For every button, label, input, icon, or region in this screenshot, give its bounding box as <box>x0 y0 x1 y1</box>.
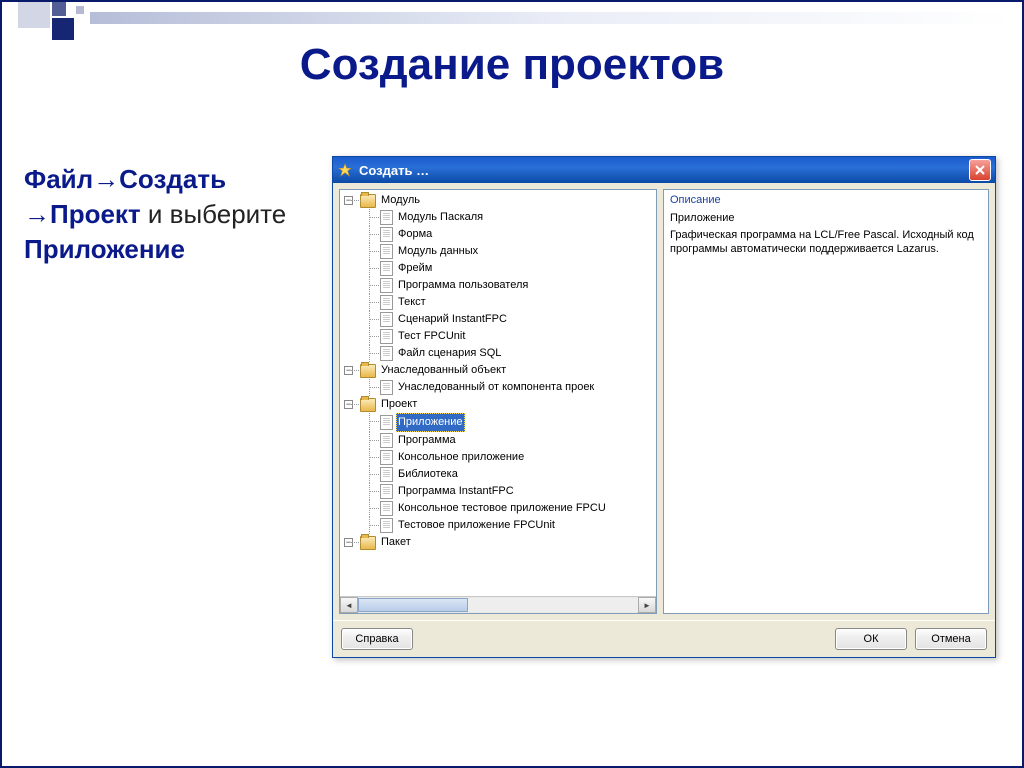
file-icon <box>380 278 393 293</box>
instruction-part3: и выберите <box>141 199 287 229</box>
close-button[interactable] <box>969 159 991 181</box>
instruction-part4: Приложение <box>24 234 185 264</box>
tree-item[interactable]: Форма <box>362 226 656 243</box>
collapse-icon[interactable]: − <box>344 538 353 547</box>
tree-item[interactable]: Унаследованный от компонента проек <box>362 379 656 396</box>
horizontal-scrollbar[interactable]: ◄ ► <box>340 596 656 613</box>
file-icon <box>380 501 393 516</box>
instruction-part2: →Проект <box>24 199 141 229</box>
tree-folder[interactable]: − Унаследованный объект <box>344 362 656 379</box>
slide-decoration <box>2 2 1022 28</box>
file-icon <box>380 261 393 276</box>
tree-item[interactable]: Библиотека <box>362 466 656 483</box>
ok-button[interactable]: ОК <box>835 628 907 650</box>
tree-item[interactable]: Приложение <box>362 413 656 432</box>
tree-item-label: Приложение <box>396 413 465 432</box>
cancel-button[interactable]: Отмена <box>915 628 987 650</box>
file-icon <box>380 433 393 448</box>
tree-item[interactable]: Программа InstantFPC <box>362 483 656 500</box>
tree-item[interactable]: Консольное приложение <box>362 449 656 466</box>
description-panel: Описание Приложение Графическая программ… <box>663 189 989 614</box>
description-heading: Описание <box>670 194 982 206</box>
tree-item-label: Консольное приложение <box>396 449 526 466</box>
tree-folder-label: Унаследованный объект <box>379 362 508 379</box>
tree-item[interactable]: Тест FPCUnit <box>362 328 656 345</box>
file-icon <box>380 380 393 395</box>
tree-item[interactable]: Тестовое приложение FPCUnit <box>362 517 656 534</box>
folder-icon <box>360 364 376 378</box>
tree-item[interactable]: Модуль данных <box>362 243 656 260</box>
slide-title: Создание проектов <box>2 40 1022 90</box>
tree-item[interactable]: Фрейм <box>362 260 656 277</box>
collapse-icon[interactable]: − <box>344 196 353 205</box>
tree-item-label: Файл сценария SQL <box>396 345 503 362</box>
file-icon <box>380 227 393 242</box>
file-icon <box>380 518 393 533</box>
titlebar[interactable]: Создать … <box>333 157 995 183</box>
dialog-title: Создать … <box>359 163 969 178</box>
template-tree-panel: −МодульМодуль ПаскаляФормаМодуль данныхФ… <box>339 189 657 614</box>
scroll-right-arrow[interactable]: ► <box>638 597 656 613</box>
tree-item-label: Программа <box>396 432 458 449</box>
tree-item-label: Модуль данных <box>396 243 480 260</box>
tree-item-label: Унаследованный от компонента проек <box>396 379 596 396</box>
file-icon <box>380 415 393 430</box>
file-icon <box>380 295 393 310</box>
tree-item-label: Сценарий InstantFPC <box>396 311 509 328</box>
file-icon <box>380 329 393 344</box>
description-item-name: Приложение <box>670 212 982 224</box>
tree-item[interactable]: Программа <box>362 432 656 449</box>
tree-item-label: Программа пользователя <box>396 277 530 294</box>
folder-icon <box>360 398 376 412</box>
tree-item-label: Текст <box>396 294 428 311</box>
tree-folder[interactable]: − Проект <box>344 396 656 413</box>
tree-item[interactable]: Файл сценария SQL <box>362 345 656 362</box>
description-body: Графическая программа на LCL/Free Pascal… <box>670 228 982 257</box>
scroll-thumb[interactable] <box>358 598 468 612</box>
tree-item-label: Фрейм <box>396 260 434 277</box>
tree-item-label: Тест FPCUnit <box>396 328 467 345</box>
scroll-left-arrow[interactable]: ◄ <box>340 597 358 613</box>
file-icon <box>380 450 393 465</box>
instruction-part1: Файл→Создать <box>24 164 226 194</box>
tree-folder-label: Пакет <box>379 534 413 551</box>
dialog-button-row: Справка ОК Отмена <box>333 620 995 657</box>
collapse-icon[interactable]: − <box>344 366 353 375</box>
file-icon <box>380 244 393 259</box>
tree-item[interactable]: Консольное тестовое приложение FPCU <box>362 500 656 517</box>
tree-item-label: Программа InstantFPC <box>396 483 516 500</box>
tree-item[interactable]: Текст <box>362 294 656 311</box>
tree-item-label: Форма <box>396 226 434 243</box>
tree-folder[interactable]: − Пакет <box>344 534 656 551</box>
tree-item[interactable]: Сценарий InstantFPC <box>362 311 656 328</box>
file-icon <box>380 312 393 327</box>
file-icon <box>380 467 393 482</box>
tree-item-label: Консольное тестовое приложение FPCU <box>396 500 608 517</box>
app-icon <box>337 162 353 178</box>
file-icon <box>380 346 393 361</box>
tree-folder[interactable]: − Модуль <box>344 192 656 209</box>
help-button[interactable]: Справка <box>341 628 413 650</box>
create-dialog: Создать … − МодульМодуль ПаскаляФормаМоду… <box>332 156 996 658</box>
tree-item[interactable]: Программа пользователя <box>362 277 656 294</box>
tree-item[interactable]: Модуль Паскаля <box>362 209 656 226</box>
folder-icon <box>360 536 376 550</box>
tree-folder-label: Проект <box>379 396 419 413</box>
file-icon <box>380 210 393 225</box>
file-icon <box>380 484 393 499</box>
slide-frame: Создание проектов Файл→Создать →Проект и… <box>0 0 1024 768</box>
tree-item-label: Модуль Паскаля <box>396 209 485 226</box>
tree-folder-label: Модуль <box>379 192 422 209</box>
template-tree[interactable]: −МодульМодуль ПаскаляФормаМодуль данныхФ… <box>340 190 656 596</box>
tree-item-label: Библиотека <box>396 466 460 483</box>
folder-icon <box>360 194 376 208</box>
instruction-text: Файл→Создать →Проект и выберите Приложен… <box>24 162 324 267</box>
tree-item-label: Тестовое приложение FPCUnit <box>396 517 557 534</box>
collapse-icon[interactable]: − <box>344 400 353 409</box>
